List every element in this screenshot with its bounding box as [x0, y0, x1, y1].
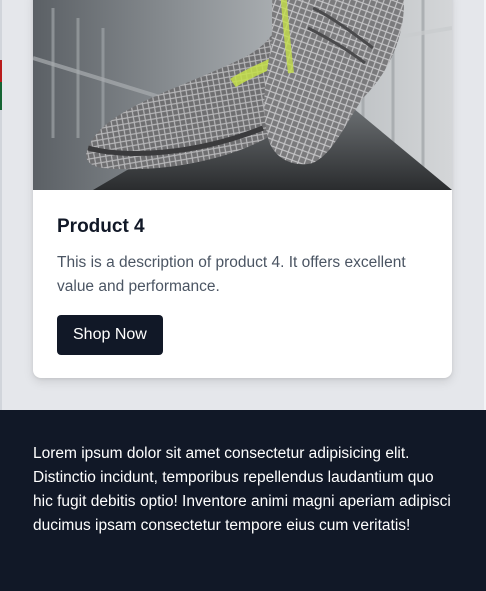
product-title: Product 4	[57, 216, 145, 237]
product-description: This is a description of product 4. It o…	[57, 254, 406, 295]
product-card-body: Product 4 This is a description of produ…	[57, 216, 428, 355]
page: Product 4 This is a description of produ…	[0, 0, 486, 591]
product-image	[33, 0, 452, 190]
shop-now-button[interactable]: Shop Now	[57, 315, 163, 355]
footer: Lorem ipsum dolor sit amet consectetur a…	[0, 410, 486, 591]
footer-text: Lorem ipsum dolor sit amet consectetur a…	[33, 445, 451, 534]
product-card: Product 4 This is a description of produ…	[33, 0, 452, 378]
adjacent-card-edge	[0, 0, 2, 410]
